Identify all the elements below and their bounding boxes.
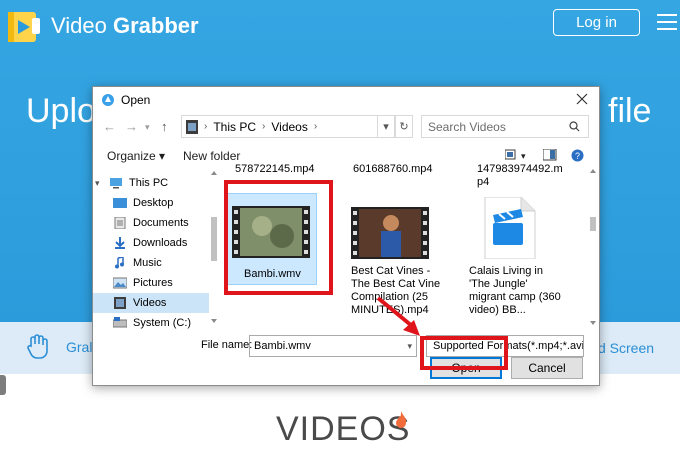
- back-arrow-icon[interactable]: ←: [103, 119, 116, 134]
- video-file-icon: [484, 197, 536, 259]
- video-thumbnail: [351, 207, 429, 259]
- file-name: Bambi.wmv: [244, 268, 301, 280]
- organize-button[interactable]: Organize ▾: [107, 149, 165, 163]
- sidebar-item-label: This PC: [129, 177, 169, 189]
- search-placeholder: Search Videos: [428, 119, 506, 134]
- sidebar-item-downloads[interactable]: Downloads: [113, 233, 211, 253]
- file-type-value: Supported Formats(*.mp4;*.avi;: [433, 340, 584, 352]
- pictures-folder-icon: [113, 277, 127, 289]
- breadcrumb-separator-icon: ›: [313, 121, 318, 132]
- video-grabber-logo-icon[interactable]: [6, 8, 42, 44]
- hero-heading-left: Uplo: [26, 92, 96, 130]
- svg-text:?: ?: [575, 151, 580, 161]
- open-file-dialog: Open ← → ▾ ↑ › This PC › Videos › ▾ ↻ Se…: [92, 86, 600, 386]
- chevron-down-icon[interactable]: ▾: [407, 341, 412, 352]
- sidebar-item-label: Documents: [133, 217, 189, 229]
- refresh-icon[interactable]: ↻: [395, 115, 413, 138]
- sidebar-item-this-pc[interactable]: ▾ This PC: [95, 173, 205, 193]
- cancel-button[interactable]: Cancel: [511, 357, 583, 379]
- brand-name[interactable]: Video Grabber: [51, 13, 199, 39]
- file-name: Calais Living in 'The Jungle' migrant ca…: [469, 265, 561, 316]
- brand-suffix: Grabber: [113, 13, 199, 38]
- videos-section-title: VIDEOS: [276, 410, 411, 448]
- dialog-title: Open: [121, 93, 151, 107]
- feature-record-screen-label[interactable]: d Screen: [598, 340, 654, 356]
- videos-folder-icon: [114, 297, 126, 309]
- feature-grab-label: Gral: [66, 339, 93, 355]
- sidebar-item-label: Videos: [133, 297, 167, 309]
- sidebar-item-videos[interactable]: Videos: [93, 293, 209, 313]
- sidebar-item-label: Desktop: [133, 197, 174, 209]
- new-folder-button[interactable]: New folder: [183, 149, 240, 163]
- forward-arrow-icon[interactable]: →: [125, 119, 138, 134]
- hero-heading-right: file: [608, 92, 652, 130]
- file-item-calais[interactable]: Calais Living in 'The Jungle' migrant ca…: [467, 197, 567, 327]
- breadcrumb-separator-icon: ›: [204, 121, 208, 132]
- drive-icon: [113, 317, 127, 328]
- hamburger-menu-icon[interactable]: [657, 14, 677, 30]
- address-row: ← → ▾ ↑ › This PC › Videos › ▾ ↻ Search …: [93, 115, 599, 139]
- sidebar-item-label: Downloads: [133, 237, 188, 249]
- videos-folder-icon: [186, 119, 198, 134]
- hand-grab-icon: [27, 334, 48, 359]
- computer-icon: [110, 178, 122, 189]
- navigation-pane[interactable]: ▾ This PC Desktop Documents Downloads Mu…: [93, 167, 211, 329]
- sidebar-item-music[interactable]: Music: [113, 253, 211, 273]
- file-name: Best Cat Vines - The Best Cat Vine Compi…: [351, 265, 441, 316]
- feature-grab[interactable]: Gral: [24, 333, 92, 361]
- partial-file-label: 147983974492.m: [477, 163, 563, 175]
- music-folder-icon: [115, 257, 124, 269]
- filename-row: File name: Bambi.wmv ▾ Supported Formats…: [93, 335, 599, 357]
- downloads-folder-icon: [115, 237, 125, 249]
- view-dropdown-icon[interactable]: ▾: [521, 151, 526, 162]
- filename-input[interactable]: Bambi.wmv ▾: [249, 335, 417, 357]
- file-list-scrollbar[interactable]: [587, 167, 599, 329]
- breadcrumb-videos[interactable]: Videos: [271, 120, 307, 134]
- file-item-best-cat-vines[interactable]: Best Cat Vines - The Best Cat Vine Compi…: [349, 197, 445, 327]
- search-icon: [569, 121, 580, 132]
- close-icon[interactable]: [575, 92, 589, 106]
- file-type-select[interactable]: Supported Formats(*.mp4;*.avi;: [426, 335, 584, 357]
- recent-dropdown-icon[interactable]: ▾: [145, 122, 150, 133]
- help-icon[interactable]: ?: [571, 149, 584, 162]
- sidebar-item-desktop[interactable]: Desktop: [113, 193, 211, 213]
- login-button[interactable]: Log in: [553, 9, 640, 36]
- up-arrow-icon[interactable]: ↑: [161, 119, 168, 134]
- breadcrumb-this-pc[interactable]: This PC: [213, 120, 256, 134]
- app-icon: [102, 94, 114, 106]
- desktop-folder-icon: [113, 198, 127, 208]
- sidebar-item-documents[interactable]: Documents: [113, 213, 211, 233]
- partial-file-label: p4: [477, 176, 490, 188]
- dialog-titlebar[interactable]: Open: [93, 87, 599, 113]
- filename-label: File name:: [201, 339, 253, 351]
- sidebar-item-label: Pictures: [133, 277, 173, 289]
- collapse-arrow-icon[interactable]: ▾: [95, 178, 109, 189]
- filename-value: Bambi.wmv: [254, 340, 311, 352]
- address-dropdown-icon[interactable]: ▾: [377, 115, 395, 138]
- search-input[interactable]: Search Videos: [421, 115, 589, 138]
- partial-file-label: 601688760.mp4: [353, 163, 433, 175]
- breadcrumb-separator-icon: ›: [262, 121, 266, 132]
- preview-pane-icon[interactable]: [543, 149, 557, 161]
- sidebar-item-label: System (C:): [133, 317, 192, 329]
- file-list[interactable]: 578722145.mp4 601688760.mp4 147983974492…: [221, 163, 593, 329]
- brand-prefix: Video: [51, 13, 107, 38]
- video-thumbnail: [232, 206, 310, 258]
- side-tab[interactable]: [0, 375, 6, 395]
- file-item-bambi[interactable]: Bambi.wmv: [225, 193, 317, 285]
- sidebar-item-label: Music: [133, 257, 162, 269]
- sidebar-item-pictures[interactable]: Pictures: [113, 273, 211, 293]
- partial-file-label: 578722145.mp4: [235, 163, 315, 175]
- documents-folder-icon: [114, 217, 126, 229]
- flame-icon: [396, 411, 407, 428]
- change-view-icon[interactable]: [505, 149, 519, 161]
- sidebar-scrollbar[interactable]: [209, 169, 219, 325]
- sidebar-item-system-c[interactable]: System (C:): [113, 313, 211, 329]
- open-button[interactable]: Open: [430, 357, 502, 379]
